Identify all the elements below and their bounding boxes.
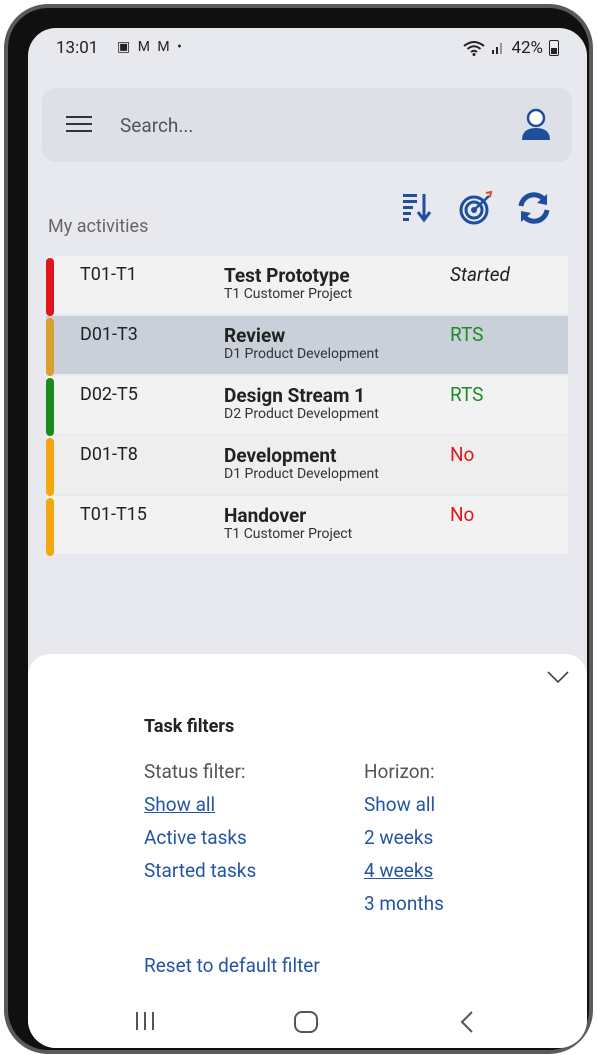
status-option-show-all[interactable]: Show all <box>144 793 256 816</box>
status-right: 42% <box>463 38 559 58</box>
phone-frame: 13:01 ▣ M M • 42% Search... My activitie… <box>4 4 593 1054</box>
activity-id: D01-T8 <box>80 444 138 465</box>
status-bar: 13:01 ▣ M M • 42% <box>28 28 587 68</box>
activity-status: No <box>450 443 475 466</box>
status-color-bar <box>46 318 54 376</box>
section-title: My activities <box>48 216 149 237</box>
phone-bezel: 13:01 ▣ M M • 42% Search... My activitie… <box>8 8 589 1050</box>
screen: 13:01 ▣ M M • 42% Search... My activitie… <box>28 28 587 1048</box>
activity-status: No <box>450 503 475 526</box>
status-color-bar <box>46 498 54 556</box>
task-filters-title: Task filters <box>144 716 235 737</box>
activity-row[interactable]: D02-T5 Design Stream 1 D2 Product Develo… <box>46 376 568 436</box>
status-time: 13:01 <box>56 38 99 58</box>
battery-icon <box>549 40 559 56</box>
activity-title: Design Stream 1 <box>224 384 366 407</box>
task-filters-sheet: Task filters Status filter: Show all Act… <box>28 654 587 1048</box>
target-icon[interactable] <box>458 190 494 226</box>
status-filter-column: Status filter: Show all Active tasks Sta… <box>144 760 256 892</box>
notification-icons: ▣ M M • <box>117 39 184 55</box>
activity-list: T01-T1 Test Prototype T1 Customer Projec… <box>46 256 568 556</box>
activity-id: D02-T5 <box>80 384 138 405</box>
user-avatar-icon[interactable] <box>520 108 552 142</box>
activity-project: T1 Customer Project <box>224 526 353 542</box>
refresh-icon[interactable] <box>516 190 552 226</box>
activity-row[interactable]: D01-T8 Development D1 Product Developmen… <box>46 436 568 496</box>
activity-title: Test Prototype <box>224 264 350 287</box>
activity-project: T1 Customer Project <box>224 286 353 302</box>
recent-apps-icon[interactable] <box>132 1008 158 1034</box>
android-nav-bar <box>28 1000 587 1048</box>
search-bar[interactable]: Search... <box>42 88 572 162</box>
horizon-option-3-months[interactable]: 3 months <box>364 892 444 915</box>
home-icon[interactable] <box>292 1008 320 1036</box>
activity-row[interactable]: D01-T3 Review D1 Product Development RTS <box>46 316 568 376</box>
signal-icon <box>492 43 503 54</box>
activity-status: Started <box>450 263 510 286</box>
activity-project: D1 Product Development <box>224 466 379 482</box>
status-option-started-tasks[interactable]: Started tasks <box>144 859 256 882</box>
search-input[interactable]: Search... <box>120 114 193 137</box>
horizon-column: Horizon: Show all 2 weeks 4 weeks 3 mont… <box>364 760 444 925</box>
activity-row[interactable]: T01-T1 Test Prototype T1 Customer Projec… <box>46 256 568 316</box>
activity-status: RTS <box>450 383 484 406</box>
activity-id: T01-T15 <box>80 504 147 525</box>
activity-id: T01-T1 <box>80 264 137 285</box>
menu-icon[interactable] <box>66 116 92 134</box>
activity-row[interactable]: T01-T15 Handover T1 Customer Project No <box>46 496 568 556</box>
activity-title: Handover <box>224 504 307 527</box>
wifi-icon <box>463 41 486 56</box>
status-color-bar <box>46 438 54 496</box>
horizon-option-4-weeks[interactable]: 4 weeks <box>364 859 444 882</box>
battery-percent: 42% <box>511 38 543 58</box>
horizon-option-show-all[interactable]: Show all <box>364 793 444 816</box>
status-option-active-tasks[interactable]: Active tasks <box>144 826 256 849</box>
back-icon[interactable] <box>456 1008 480 1036</box>
status-color-bar <box>46 258 54 316</box>
activity-project: D2 Product Development <box>224 406 379 422</box>
chevron-down-icon[interactable] <box>547 670 569 684</box>
status-color-bar <box>46 378 54 436</box>
horizon-option-2-weeks[interactable]: 2 weeks <box>364 826 444 849</box>
reset-filter-link[interactable]: Reset to default filter <box>144 954 320 977</box>
activity-project: D1 Product Development <box>224 346 379 362</box>
activity-title: Review <box>224 324 286 347</box>
sort-icon[interactable] <box>400 190 436 226</box>
activity-id: D01-T3 <box>80 324 138 345</box>
activity-title: Development <box>224 444 337 467</box>
activity-status: RTS <box>450 323 484 346</box>
status-filter-label: Status filter: <box>144 760 246 783</box>
horizon-label: Horizon: <box>364 760 435 783</box>
